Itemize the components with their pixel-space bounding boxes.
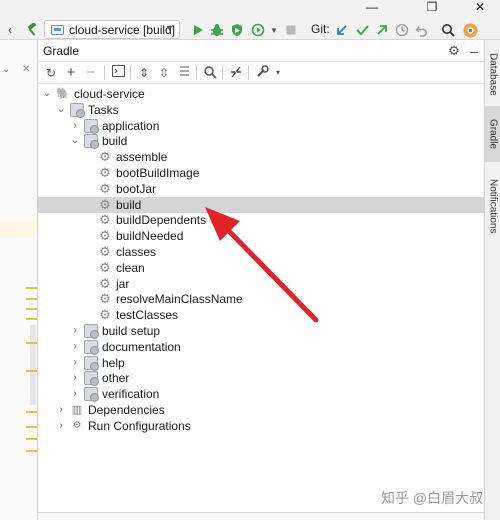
watermark: 知乎 @白眉大叔 xyxy=(381,490,484,506)
status-bar xyxy=(38,512,484,520)
annotation-arrow xyxy=(205,207,319,323)
